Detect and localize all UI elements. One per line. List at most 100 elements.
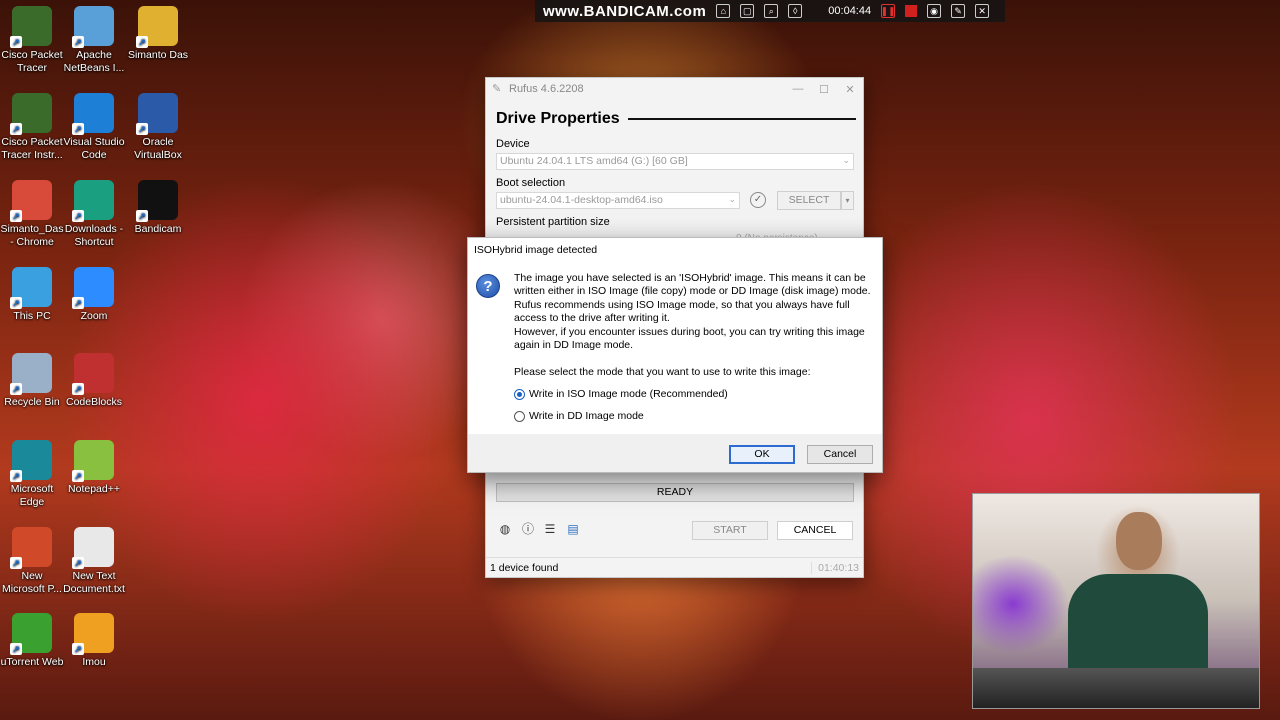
bandicam-screenshot-icon[interactable]: ◉ — [927, 4, 942, 18]
desktop-icon-label: Simanto Das — [127, 49, 189, 61]
desktop-icon-label: Microsoft Edge — [10, 483, 54, 508]
radio-selected-icon[interactable] — [514, 388, 525, 400]
radio-dd-mode[interactable]: Write in DD Image mode — [514, 410, 644, 422]
virtualbox-icon: ↗ — [136, 93, 178, 135]
shortcut-arrow-icon: ↗ — [72, 210, 84, 222]
desktop-icon[interactable]: ↗ Imou — [62, 613, 126, 669]
shortcut-arrow-icon: ↗ — [10, 210, 22, 222]
device-count-status: 1 device found — [490, 561, 559, 574]
shortcut-arrow-icon: ↗ — [10, 470, 22, 482]
select-button[interactable]: SELECT — [777, 191, 841, 210]
settings-sliders-icon[interactable]: ☰ — [543, 522, 557, 536]
desktop-icon[interactable]: ↗ Recycle Bin — [0, 353, 64, 409]
desktop-icon-label: Apache NetBeans I... — [63, 49, 125, 74]
desktop-icon-label: Cisco Packet Tracer — [1, 49, 63, 74]
desktop-icon[interactable]: ↗ Simanto_Das - Chrome — [0, 180, 64, 249]
utorrent-icon: ↗ — [10, 613, 52, 655]
dialog-title: ISOHybrid image detected — [468, 238, 882, 262]
device-dropdown-value: Ubuntu 24.04.1 LTS amd64 (G:) [60 GB] — [500, 155, 688, 167]
elapsed-timer: 01:40:13 — [811, 561, 859, 574]
persistent-partition-label: Persistent partition size — [496, 216, 610, 228]
presenter-body — [1068, 574, 1208, 674]
info-icon[interactable]: ⓘ — [521, 522, 535, 536]
shortcut-arrow-icon: ↗ — [136, 36, 148, 48]
desktop-icon-label: CodeBlocks — [65, 396, 123, 408]
desktop-icon[interactable]: ↗ Oracle VirtualBox — [126, 93, 190, 162]
desktop-icon-label: Bandicam — [134, 223, 182, 235]
boot-selection-value: ubuntu-24.04.1-desktop-amd64.iso — [500, 194, 663, 206]
verify-checksum-icon[interactable]: ✓ — [750, 192, 766, 208]
question-icon: ? — [476, 274, 500, 298]
text-document-icon: ↗ — [72, 527, 114, 569]
desktop-icon-label: Cisco Packet Tracer Instr... — [1, 136, 63, 161]
desk-surface — [973, 668, 1259, 708]
desktop-icon[interactable]: ↗ Simanto Das — [126, 6, 190, 62]
desktop-icon-label: New Text Document.txt — [63, 570, 125, 595]
isohybrid-dialog: ISOHybrid image detected ? The image you… — [467, 237, 883, 473]
desktop-icon[interactable]: ↗ Zoom — [62, 267, 126, 323]
desktop-icon[interactable]: ↗ Downloads - Shortcut — [62, 180, 126, 249]
radio-unselected-icon[interactable] — [514, 410, 525, 422]
dialog-cancel-button[interactable]: Cancel — [807, 445, 873, 464]
log-icon[interactable]: ▤ — [566, 522, 580, 536]
desktop-icon[interactable]: ↗ This PC — [0, 267, 64, 323]
bandicam-home-icon[interactable]: ⌂ — [716, 4, 731, 18]
bandicam-drop-icon[interactable]: ◊ — [788, 4, 803, 18]
dialog-body: ? The image you have selected is an 'ISO… — [468, 262, 882, 434]
boot-selection-dropdown[interactable]: ubuntu-24.04.1-desktop-amd64.iso ⌄ — [496, 192, 740, 209]
bandicam-pause-icon[interactable]: ❚❚ — [881, 4, 896, 18]
vscode-icon: ↗ — [72, 93, 114, 135]
powerpoint-icon: ↗ — [10, 527, 52, 569]
desktop-icon[interactable]: ↗ Cisco Packet Tracer Instr... — [0, 93, 64, 162]
cancel-button[interactable]: CANCEL — [777, 521, 853, 540]
cisco-packet-tracer-icon: ↗ — [10, 6, 52, 48]
desktop-icon[interactable]: ↗ Microsoft Edge — [0, 440, 64, 509]
bandicam-watermark: www.BANDICAM.com — [543, 2, 707, 20]
desktop-icon-label: Downloads - Shortcut — [64, 223, 124, 248]
status-progress-bar: READY — [496, 483, 854, 502]
bandicam-select-icon[interactable]: ▢ — [740, 4, 755, 18]
chrome-icon: ↗ — [10, 180, 52, 222]
edge-icon: ↗ — [10, 440, 52, 482]
ok-button[interactable]: OK — [729, 445, 795, 464]
downloads-folder-icon: ↗ — [72, 180, 114, 222]
radio-iso-mode[interactable]: Write in ISO Image mode (Recommended) — [514, 388, 728, 400]
rufus-titlebar[interactable]: ✎ Rufus 4.6.2208 — ☐ ✕ — [486, 78, 863, 100]
recycle-bin-icon: ↗ — [10, 353, 52, 395]
usb-drive-icon: ✎ — [492, 83, 502, 95]
bandicam-stop-icon[interactable] — [905, 5, 918, 17]
start-button[interactable]: START — [692, 521, 768, 540]
chevron-down-icon: ⌄ — [728, 194, 736, 204]
maximize-icon[interactable]: ☐ — [811, 83, 837, 96]
webcam-overlay — [972, 493, 1260, 709]
desktop-icon[interactable]: ↗ Bandicam — [126, 180, 190, 236]
desktop-icon-label: uTorrent Web — [0, 656, 64, 668]
drive-properties-heading: Drive Properties — [496, 110, 856, 128]
this-pc-icon: ↗ — [10, 267, 52, 309]
globe-language-icon[interactable]: ◍ — [498, 522, 512, 536]
select-split-dropdown-icon[interactable]: ▾ — [841, 191, 854, 210]
bandicam-close-icon[interactable]: ✕ — [975, 4, 990, 18]
device-dropdown[interactable]: Ubuntu 24.04.1 LTS amd64 (G:) [60 GB] ⌄ — [496, 153, 854, 170]
minimize-icon[interactable]: — — [785, 83, 811, 96]
desktop-icon[interactable]: ↗ Visual Studio Code — [62, 93, 126, 162]
dialog-prompt: Please select the mode that you want to … — [514, 366, 811, 378]
desktop-icon[interactable]: ↗ New Microsoft P... — [0, 527, 64, 596]
desktop-icon[interactable]: ↗ Notepad++ — [62, 440, 126, 496]
desktop-icon[interactable]: ↗ New Text Document.txt — [62, 527, 126, 596]
shortcut-arrow-icon: ↗ — [72, 557, 84, 569]
bandicam-search-icon[interactable]: ⌕ — [764, 4, 779, 18]
desktop-icon-label: Visual Studio Code — [63, 136, 125, 161]
shortcut-arrow-icon: ↗ — [10, 383, 22, 395]
desktop-icon-label: Oracle VirtualBox — [134, 136, 182, 161]
desktop-icon[interactable]: ↗ uTorrent Web — [0, 613, 64, 669]
desktop-icon[interactable]: ↗ Cisco Packet Tracer — [0, 6, 64, 75]
presenter-head — [1116, 512, 1162, 570]
shortcut-arrow-icon: ↗ — [72, 36, 84, 48]
desktop-icon[interactable]: ↗ CodeBlocks — [62, 353, 126, 409]
chevron-down-icon: ⌄ — [842, 155, 850, 165]
netbeans-icon: ↗ — [72, 6, 114, 48]
close-icon[interactable]: ✕ — [837, 83, 863, 96]
bandicam-pencil-icon[interactable]: ✎ — [951, 4, 966, 18]
desktop-icon[interactable]: ↗ Apache NetBeans I... — [62, 6, 126, 75]
